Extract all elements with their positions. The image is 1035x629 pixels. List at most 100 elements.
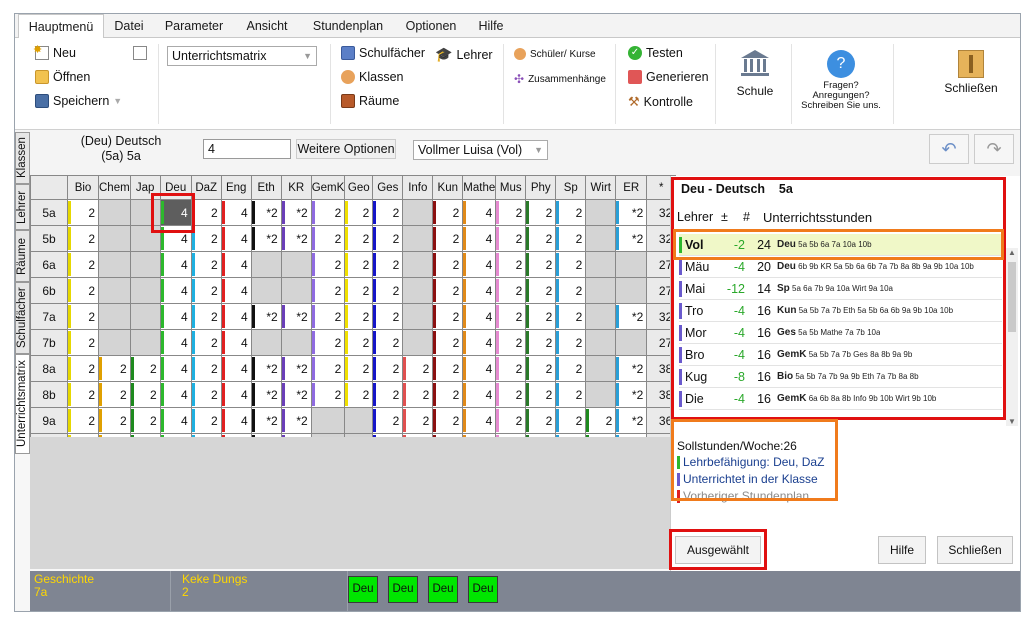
- help-button[interactable]: Hilfe: [878, 536, 926, 564]
- matrix-cell[interactable]: 2: [372, 329, 404, 356]
- matrix-cell[interactable]: *2: [250, 381, 282, 408]
- matrix-cell[interactable]: 2: [190, 225, 222, 252]
- matrix-cell[interactable]: 2: [495, 199, 527, 226]
- print-preview-button[interactable]: [133, 46, 147, 60]
- matrix-cell[interactable]: 2: [310, 225, 346, 252]
- matrix-cell[interactable]: 2: [402, 355, 434, 382]
- matrix-cell[interactable]: [585, 381, 617, 408]
- column-header[interactable]: GemK: [310, 175, 346, 200]
- matrix-cell[interactable]: 2: [525, 225, 557, 252]
- matrix-cell[interactable]: 4: [462, 407, 497, 434]
- matrix-cell[interactable]: 2: [67, 355, 99, 382]
- matrix-cell[interactable]: 2: [555, 277, 587, 304]
- matrix-cell[interactable]: 2: [344, 199, 374, 226]
- matrix-cell[interactable]: 4: [159, 277, 192, 304]
- matrix-cell[interactable]: *2: [615, 355, 648, 382]
- matrix-cell[interactable]: 2: [495, 225, 527, 252]
- matrix-cell[interactable]: 2: [129, 407, 161, 434]
- matrix-cell[interactable]: *2: [280, 199, 312, 226]
- tab-unterrichtsmatrix[interactable]: Unterrichtsmatrix: [15, 354, 30, 454]
- matrix-cell[interactable]: 2: [525, 303, 557, 330]
- menu-stundenplan[interactable]: Stundenplan: [305, 14, 391, 38]
- matrix-cell[interactable]: 2: [525, 381, 557, 408]
- column-header[interactable]: Eth: [250, 175, 282, 200]
- save-button[interactable]: Speichern ▼: [35, 94, 122, 108]
- close-button[interactable]: Schließen: [937, 536, 1013, 564]
- matrix-cell[interactable]: [585, 277, 617, 304]
- matrix-cell[interactable]: 2: [555, 225, 587, 252]
- control-button[interactable]: ⚒ Kontrolle: [628, 94, 693, 110]
- teachers-button[interactable]: 🎓 Lehrer: [435, 46, 493, 63]
- lesson-chip[interactable]: Deu: [388, 576, 418, 603]
- school-button[interactable]: Schule: [727, 48, 783, 98]
- scrollbar-thumb[interactable]: [1008, 262, 1016, 332]
- matrix-cell[interactable]: 2: [190, 329, 222, 356]
- students-courses-button[interactable]: Schüler/ Kurse: [514, 48, 596, 60]
- matrix-cell[interactable]: [280, 251, 312, 278]
- matrix-cell[interactable]: 2: [525, 251, 557, 278]
- relations-button[interactable]: ✣ Zusammenhänge: [514, 72, 606, 86]
- matrix-cell[interactable]: 2: [495, 355, 527, 382]
- matrix-cell[interactable]: [129, 303, 161, 330]
- class-label[interactable]: 8a: [30, 355, 68, 382]
- class-label[interactable]: 6a: [30, 251, 68, 278]
- matrix-cell[interactable]: *2: [615, 381, 648, 408]
- matrix-cell[interactable]: 2: [432, 199, 464, 226]
- matrix-cell[interactable]: [250, 277, 282, 304]
- matrix-cell[interactable]: 2: [190, 381, 222, 408]
- matrix-cell[interactable]: 2: [67, 277, 99, 304]
- subjects-button[interactable]: Schulfächer: [341, 46, 425, 60]
- matrix-cell[interactable]: 4: [159, 329, 192, 356]
- matrix-cell[interactable]: [402, 225, 434, 252]
- matrix-cell[interactable]: *2: [280, 303, 312, 330]
- matrix-cell[interactable]: 2: [495, 329, 527, 356]
- matrix-cell[interactable]: 4: [220, 225, 252, 252]
- class-label[interactable]: 7b: [30, 329, 68, 356]
- matrix-cell[interactable]: 2: [525, 407, 557, 434]
- matrix-cell[interactable]: 2: [432, 355, 464, 382]
- matrix-cell[interactable]: 2: [190, 251, 222, 278]
- matrix-cell[interactable]: 2: [432, 277, 464, 304]
- matrix-cell[interactable]: 4: [220, 381, 252, 408]
- matrix-cell[interactable]: *2: [615, 407, 648, 434]
- open-button[interactable]: Öffnen: [35, 70, 90, 84]
- column-header[interactable]: Ges: [372, 175, 404, 200]
- matrix-cell[interactable]: 2: [402, 381, 434, 408]
- matrix-cell[interactable]: 2: [525, 277, 557, 304]
- teacher-list-scrollbar[interactable]: ▲ ▼: [1006, 248, 1018, 426]
- feedback-button[interactable]: ? Fragen? Anregungen? Schreiben Sie uns.: [799, 50, 883, 111]
- matrix-cell[interactable]: 2: [402, 407, 434, 434]
- matrix-cell[interactable]: 2: [129, 355, 161, 382]
- class-label[interactable]: 6b: [30, 277, 68, 304]
- matrix-cell[interactable]: 2: [432, 225, 464, 252]
- matrix-cell[interactable]: *2: [615, 303, 648, 330]
- redo-button[interactable]: ↷: [974, 134, 1014, 164]
- matrix-cell[interactable]: 2: [432, 381, 464, 408]
- matrix-cell[interactable]: 2: [344, 381, 374, 408]
- matrix-cell[interactable]: 2: [432, 407, 464, 434]
- column-header[interactable]: DaZ: [190, 175, 222, 200]
- more-options-button[interactable]: Weitere Optionen: [296, 139, 396, 159]
- matrix-cell[interactable]: [585, 225, 617, 252]
- matrix-cell[interactable]: *2: [250, 225, 282, 252]
- matrix-cell[interactable]: *2: [615, 199, 648, 226]
- hours-input[interactable]: 4: [203, 139, 291, 159]
- matrix-cell[interactable]: 2: [525, 199, 557, 226]
- new-button[interactable]: ✸ Neu: [33, 44, 76, 60]
- matrix-cell[interactable]: [98, 329, 131, 356]
- matrix-cell[interactable]: 4: [462, 277, 497, 304]
- matrix-cell[interactable]: 2: [67, 381, 99, 408]
- matrix-cell[interactable]: 4: [159, 355, 192, 382]
- matrix-cell[interactable]: *2: [250, 303, 282, 330]
- column-header[interactable]: Mus: [495, 175, 527, 200]
- matrix-cell[interactable]: 2: [190, 277, 222, 304]
- matrix-cell[interactable]: 2: [372, 381, 404, 408]
- matrix-cell[interactable]: [402, 329, 434, 356]
- generate-button[interactable]: Generieren: [628, 70, 709, 84]
- matrix-cell[interactable]: 2: [98, 407, 131, 434]
- matrix-cell[interactable]: 2: [495, 407, 527, 434]
- matrix-cell[interactable]: 4: [220, 277, 252, 304]
- menu-hauptmenue[interactable]: Hauptmenü: [18, 14, 104, 39]
- matrix-cell[interactable]: 2: [310, 355, 346, 382]
- matrix-cell[interactable]: 4: [220, 303, 252, 330]
